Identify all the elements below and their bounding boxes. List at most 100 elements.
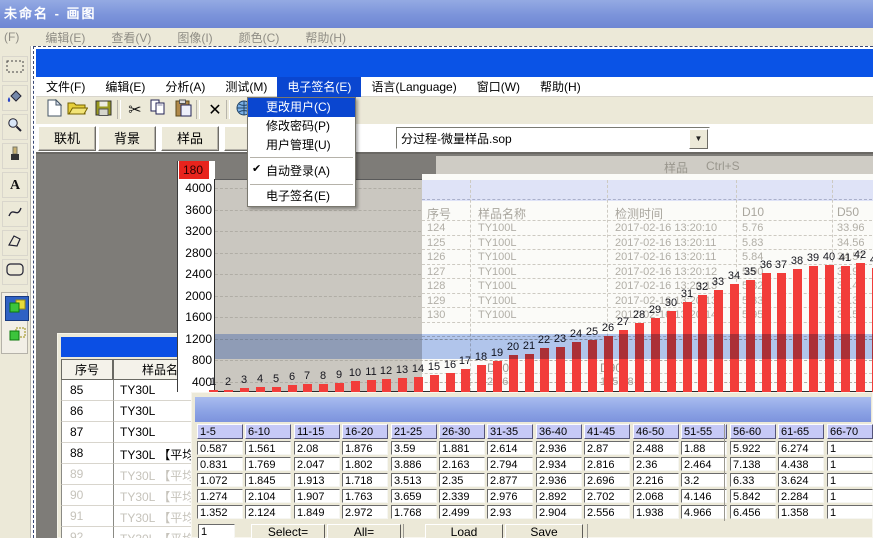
sop-combobox[interactable]: 分过程-微量样品.sop▼ bbox=[396, 127, 710, 149]
bottom-cell-r1-c6[interactable]: 2.794 bbox=[487, 457, 533, 471]
bottom-cell-r4-c0[interactable]: 1.352 bbox=[197, 505, 243, 519]
app-menu-item-6[interactable]: 窗口(W) bbox=[467, 77, 530, 97]
bottom-cell-r4-c6[interactable]: 2.93 bbox=[487, 505, 533, 519]
toolbar-paste-button[interactable] bbox=[171, 99, 195, 121]
bottom-cell-r4-c12[interactable]: 1.358 bbox=[778, 505, 824, 519]
bottom-cell-r3-c7[interactable]: 2.892 bbox=[536, 489, 582, 503]
bottom-cell-r4-c13[interactable]: 1 bbox=[827, 505, 873, 519]
bottom-cell-r0-c2[interactable]: 2.08 bbox=[294, 441, 340, 455]
dropdown-item-用户管理(U)[interactable]: 用户管理(U) bbox=[248, 136, 355, 155]
bottom-cell-r2-c4[interactable]: 3.513 bbox=[391, 473, 437, 487]
bottom-cell-r2-c7[interactable]: 2.936 bbox=[536, 473, 582, 487]
bottom-cell-r2-c2[interactable]: 1.913 bbox=[294, 473, 340, 487]
bottom-cell-r4-c1[interactable]: 2.124 bbox=[245, 505, 291, 519]
dropdown-item-更改用户(C)[interactable]: 更改用户(C) bbox=[248, 98, 355, 117]
bottom-cell-r3-c9[interactable]: 2.068 bbox=[633, 489, 679, 503]
bottom-cell-r3-c6[interactable]: 2.976 bbox=[487, 489, 533, 503]
bottom-cell-r2-c6[interactable]: 2.877 bbox=[487, 473, 533, 487]
bottom-cell-r0-c13[interactable]: 1 bbox=[827, 441, 873, 455]
bottom-cell-r1-c3[interactable]: 1.802 bbox=[342, 457, 388, 471]
toolbar-cut-button[interactable]: ✂ bbox=[123, 99, 147, 121]
app-menu-item-5[interactable]: 语言(Language) bbox=[361, 77, 466, 97]
bottom-cell-r0-c11[interactable]: 5.922 bbox=[730, 441, 776, 455]
bottom-cell-r0-c0[interactable]: 0.587 bbox=[197, 441, 243, 455]
bottom-cell-r2-c12[interactable]: 3.624 bbox=[778, 473, 824, 487]
bottom-cell-r1-c2[interactable]: 2.047 bbox=[294, 457, 340, 471]
bottom-cell-r3-c12[interactable]: 2.284 bbox=[778, 489, 824, 503]
app-menu-item-2[interactable]: 分析(A) bbox=[155, 77, 215, 97]
bottom-cell-r4-c2[interactable]: 1.849 bbox=[294, 505, 340, 519]
bottom-cell-r1-c7[interactable]: 2.934 bbox=[536, 457, 582, 471]
toolbar-save-button[interactable] bbox=[91, 99, 115, 121]
bottom-cell-r1-c13[interactable]: 1 bbox=[827, 457, 873, 471]
bottom-cell-r4-c9[interactable]: 1.938 bbox=[633, 505, 679, 519]
bottom-cell-r4-c8[interactable]: 2.556 bbox=[584, 505, 630, 519]
app-titlebar[interactable] bbox=[36, 49, 873, 77]
left-row-88-num[interactable]: 88 bbox=[61, 443, 113, 464]
quick-button-联机[interactable]: 联机 bbox=[38, 126, 96, 151]
bottom-cell-r3-c0[interactable]: 1.274 bbox=[197, 489, 243, 503]
left-row-87-num[interactable]: 87 bbox=[61, 422, 113, 443]
bottom-cell-r2-c9[interactable]: 2.216 bbox=[633, 473, 679, 487]
dropdown-item-自动登录(A)[interactable]: 自动登录(A)✔ bbox=[248, 160, 355, 182]
app-menu-item-7[interactable]: 帮助(H) bbox=[530, 77, 591, 97]
bottom-cell-r0-c7[interactable]: 2.936 bbox=[536, 441, 582, 455]
bottom-cell-r4-c11[interactable]: 6.456 bbox=[730, 505, 776, 519]
left-row-85-num[interactable]: 85 bbox=[61, 380, 113, 401]
bottom-button-Load[interactable]: Load bbox=[425, 524, 503, 538]
bottom-cell-r1-c1[interactable]: 1.769 bbox=[245, 457, 291, 471]
app-menu-item-4[interactable]: 电子签名(E) bbox=[277, 77, 361, 97]
bottom-cell-r3-c13[interactable]: 1 bbox=[827, 489, 873, 503]
toolbar-new-button[interactable] bbox=[42, 99, 66, 121]
bottom-cell-r4-c7[interactable]: 2.904 bbox=[536, 505, 582, 519]
bottom-button-Save[interactable]: Save bbox=[505, 524, 583, 538]
quick-button-背景[interactable]: 背景 bbox=[98, 126, 156, 151]
bottom-cell-r0-c12[interactable]: 6.274 bbox=[778, 441, 824, 455]
bottom-cell-r0-c8[interactable]: 2.87 bbox=[584, 441, 630, 455]
bottom-cell-r0-c5[interactable]: 1.881 bbox=[439, 441, 485, 455]
bottom-cell-r2-c3[interactable]: 1.718 bbox=[342, 473, 388, 487]
bottom-cell-r2-c13[interactable]: 1 bbox=[827, 473, 873, 487]
bottom-cell-r4-c3[interactable]: 2.972 bbox=[342, 505, 388, 519]
toolbar-copy-button[interactable] bbox=[146, 99, 170, 121]
dropdown-item-修改密码(P)[interactable]: 修改密码(P) bbox=[248, 117, 355, 136]
bottom-cell-r1-c0[interactable]: 0.831 bbox=[197, 457, 243, 471]
bottom-cell-r3-c3[interactable]: 1.763 bbox=[342, 489, 388, 503]
bottom-cell-r1-c10[interactable]: 2.464 bbox=[681, 457, 727, 471]
bottom-cell-r0-c6[interactable]: 2.614 bbox=[487, 441, 533, 455]
bottom-cell-r3-c4[interactable]: 3.659 bbox=[391, 489, 437, 503]
bottom-cell-r0-c3[interactable]: 1.876 bbox=[342, 441, 388, 455]
bottom-cell-r2-c10[interactable]: 3.2 bbox=[681, 473, 727, 487]
bottom-cell-r0-c10[interactable]: 1.88 bbox=[681, 441, 727, 455]
bottom-button-Select[interactable]: Select= bbox=[251, 524, 325, 538]
bottom-cell-r2-c0[interactable]: 1.072 bbox=[197, 473, 243, 487]
bottom-cell-r1-c12[interactable]: 4.438 bbox=[778, 457, 824, 471]
quick-button-样品[interactable]: 样品 bbox=[161, 126, 219, 151]
bottom-cell-r1-c8[interactable]: 2.816 bbox=[584, 457, 630, 471]
app-menu-item-0[interactable]: 文件(F) bbox=[36, 77, 95, 97]
bottom-cell-r3-c11[interactable]: 5.842 bbox=[730, 489, 776, 503]
combo-dropdown-arrow[interactable]: ▼ bbox=[689, 129, 708, 149]
bottom-cell-r1-c9[interactable]: 2.36 bbox=[633, 457, 679, 471]
bottom-button-All[interactable]: All= bbox=[327, 524, 401, 538]
app-menu-item-3[interactable]: 测试(M) bbox=[215, 77, 277, 97]
bottom-cell-r3-c10[interactable]: 4.146 bbox=[681, 489, 727, 503]
bottom-cell-r1-c5[interactable]: 2.163 bbox=[439, 457, 485, 471]
dropdown-item-电子签名(E)[interactable]: 电子签名(E) bbox=[248, 187, 355, 206]
bottom-cell-r1-c4[interactable]: 3.886 bbox=[391, 457, 437, 471]
toolbar-open-button[interactable] bbox=[65, 99, 89, 121]
bottom-cell-r2-c5[interactable]: 2.35 bbox=[439, 473, 485, 487]
bottom-cell-r4-c5[interactable]: 2.499 bbox=[439, 505, 485, 519]
bottom-cell-r2-c11[interactable]: 6.33 bbox=[730, 473, 776, 487]
app-menu-item-1[interactable]: 编辑(E) bbox=[95, 77, 155, 97]
bottom-cell-r3-c1[interactable]: 2.104 bbox=[245, 489, 291, 503]
bottom-cell-r0-c1[interactable]: 1.561 bbox=[245, 441, 291, 455]
bottom-count-input[interactable]: 1 bbox=[198, 524, 235, 538]
bottom-cell-r4-c4[interactable]: 1.768 bbox=[391, 505, 437, 519]
bottom-cell-r0-c9[interactable]: 2.488 bbox=[633, 441, 679, 455]
toolbar-delete-button[interactable]: ✕ bbox=[203, 99, 227, 121]
bottom-cell-r3-c5[interactable]: 2.339 bbox=[439, 489, 485, 503]
left-row-86-num[interactable]: 86 bbox=[61, 401, 113, 422]
bottom-cell-r4-c10[interactable]: 4.966 bbox=[681, 505, 727, 519]
bottom-cell-r2-c8[interactable]: 2.696 bbox=[584, 473, 630, 487]
